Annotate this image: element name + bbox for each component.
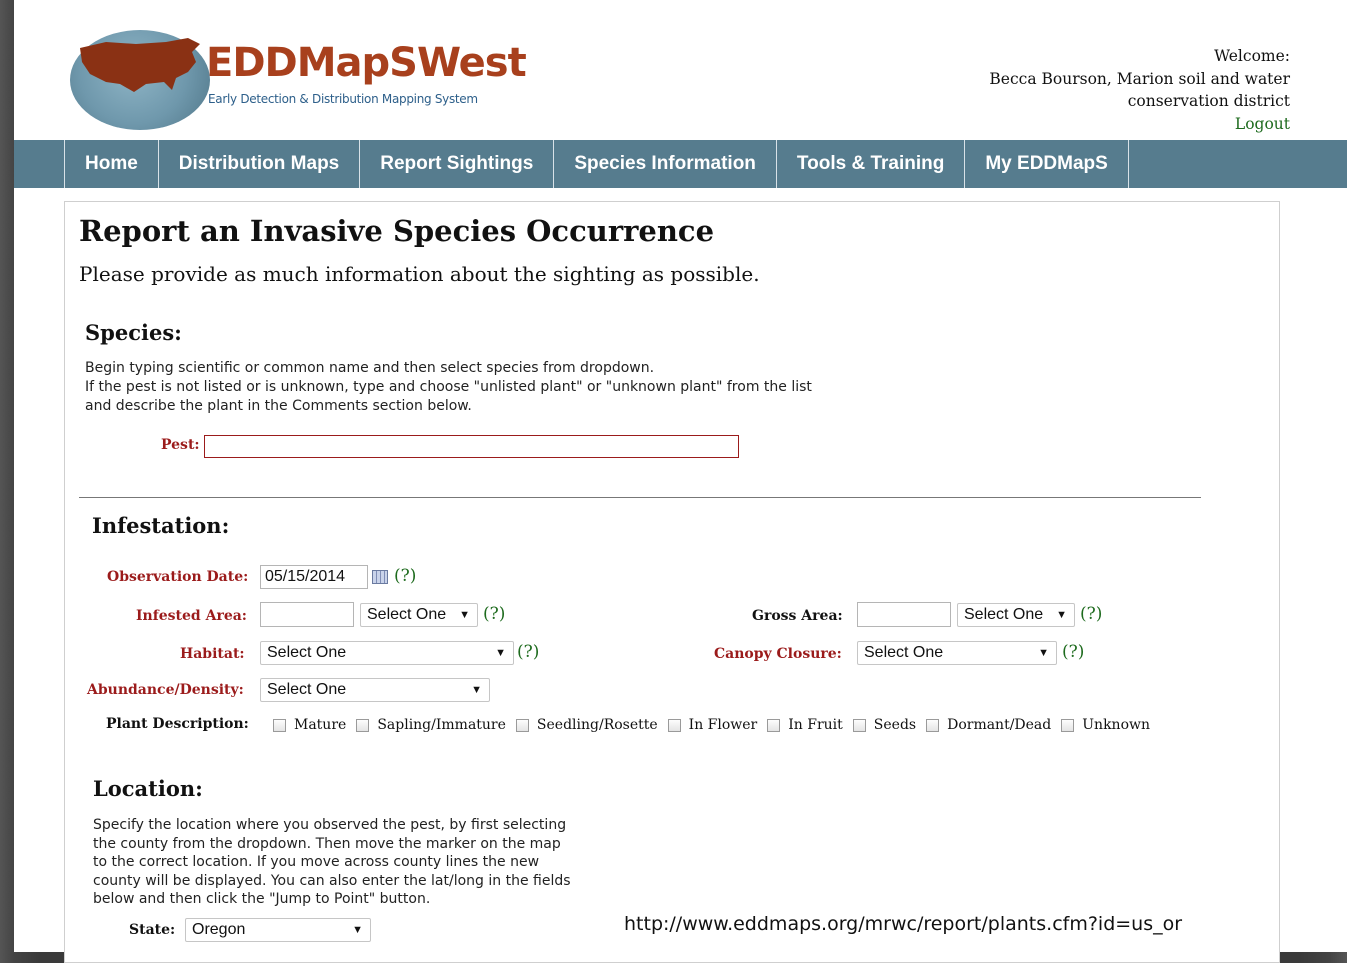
location-help: Specify the location where you observed … — [93, 816, 571, 909]
location-help-line: county will be displayed. You can also e… — [93, 872, 571, 889]
nav-report-sightings[interactable]: Report Sightings — [359, 140, 553, 188]
page-intro: Please provide as much information about… — [79, 262, 760, 286]
main-nav: Home Distribution Maps Report Sightings … — [14, 140, 1347, 188]
infested-area-input[interactable] — [260, 602, 354, 627]
habitat-select[interactable]: Select One ▼ — [260, 641, 514, 665]
report-form: Report an Invasive Species Occurrence Pl… — [64, 201, 1280, 963]
checkbox-dormant-dead[interactable] — [926, 718, 940, 732]
habitat-label: Habitat: — [180, 646, 245, 662]
checkbox-seedling-rosette[interactable] — [515, 718, 529, 732]
gross-area-help-link[interactable]: (?) — [1080, 604, 1102, 624]
checkbox-label: In Flower — [688, 717, 758, 733]
dropdown-arrow-icon: ▼ — [495, 647, 506, 659]
observation-date-help-link[interactable]: (?) — [394, 566, 416, 586]
section-divider — [79, 497, 1201, 498]
page-frame: EDDMapSWest Early Detection & Distributi… — [14, 0, 1347, 963]
location-help-line: the county from the dropdown. Then move … — [93, 835, 561, 852]
gross-area-label: Gross Area: — [752, 608, 843, 624]
species-help-line: and describe the plant in the Comments s… — [85, 398, 472, 414]
location-help-line: below and then click the "Jump to Point"… — [93, 891, 431, 907]
species-help-line: If the pest is not listed or is unknown,… — [85, 379, 812, 395]
dropdown-arrow-icon: ▼ — [459, 609, 470, 621]
abundance-density-label: Abundance/Density: — [87, 682, 244, 698]
source-url-caption: http://www.eddmaps.org/mrwc/report/plant… — [624, 913, 1183, 935]
nav-species-information[interactable]: Species Information — [553, 140, 776, 188]
page-title: Report an Invasive Species Occurrence — [79, 214, 715, 248]
gross-area-unit-select[interactable]: Select One ▼ — [957, 603, 1075, 627]
user-organization: conservation district — [1127, 92, 1290, 110]
infested-area-label: Infested Area: — [136, 608, 247, 624]
nav-tools-training[interactable]: Tools & Training — [775, 140, 964, 188]
observation-date-input[interactable]: 05/15/2014 — [260, 565, 368, 589]
state-label: State: — [129, 922, 176, 938]
location-heading: Location: — [93, 776, 203, 801]
canopy-closure-select[interactable]: Select One ▼ — [857, 641, 1057, 665]
nav-distribution-maps[interactable]: Distribution Maps — [157, 140, 359, 188]
checkbox-label: Unknown — [1082, 717, 1150, 733]
us-map-icon — [80, 38, 200, 92]
eddmaps-logo[interactable]: EDDMapSWest Early Detection & Distributi… — [70, 18, 530, 130]
species-help: Begin typing scientific or common name a… — [85, 359, 812, 416]
plant-description-label: Plant Description: — [106, 716, 249, 732]
nav-home[interactable]: Home — [64, 140, 158, 188]
observation-date-label: Observation Date: — [107, 569, 249, 585]
checkbox-unknown[interactable] — [1061, 718, 1075, 732]
welcome-label: Welcome: — [1214, 47, 1290, 65]
state-select[interactable]: Oregon ▼ — [185, 918, 371, 942]
nav-my-eddmaps[interactable]: My EDDMapS — [964, 140, 1129, 188]
species-heading: Species: — [85, 320, 182, 345]
select-value: Select One — [267, 644, 347, 661]
calendar-icon[interactable] — [372, 570, 388, 584]
checkbox-label: Seeds — [873, 717, 917, 733]
user-name: Becca Bourson, Marion soil and water — [989, 69, 1290, 88]
dropdown-arrow-icon: ▼ — [471, 684, 482, 696]
location-help-line: Specify the location where you observed … — [93, 817, 567, 833]
habitat-help-link[interactable]: (?) — [517, 642, 539, 662]
checkbox-sapling-immature[interactable] — [356, 718, 370, 732]
select-value: Select One — [367, 606, 447, 623]
dropdown-arrow-icon: ▼ — [352, 924, 363, 936]
plant-description-options: Mature Sapling/Immature Seedling/Rosette… — [265, 717, 1152, 733]
checkbox-mature[interactable] — [273, 718, 286, 732]
checkbox-label: Mature — [294, 717, 347, 733]
logo-subtitle: Early Detection & Distribution Mapping S… — [208, 92, 478, 106]
infested-area-help-link[interactable]: (?) — [483, 604, 505, 624]
canopy-closure-label: Canopy Closure: — [714, 646, 842, 662]
welcome-block: Welcome: Becca Bourson, Marion soil and … — [950, 45, 1290, 135]
select-value: Select One — [864, 644, 944, 661]
select-value: Select One — [964, 606, 1044, 623]
checkbox-label: In Fruit — [788, 717, 843, 733]
checkbox-seeds[interactable] — [852, 718, 866, 732]
logout-link[interactable]: Logout — [950, 113, 1290, 136]
pest-input[interactable] — [204, 435, 739, 458]
infestation-heading: Infestation: — [92, 513, 230, 538]
gross-area-input[interactable] — [857, 602, 951, 627]
canopy-closure-help-link[interactable]: (?) — [1062, 642, 1084, 662]
infested-area-unit-select[interactable]: Select One ▼ — [360, 603, 478, 627]
logo-title: EDDMapSWest — [206, 40, 527, 86]
species-help-line: Begin typing scientific or common name a… — [85, 360, 655, 376]
checkbox-label: Seedling/Rosette — [536, 717, 658, 733]
pest-label: Pest: — [161, 437, 200, 453]
checkbox-in-flower[interactable] — [667, 718, 681, 732]
location-help-line: to the correct location. If you move acr… — [93, 854, 540, 870]
checkbox-in-fruit[interactable] — [767, 718, 781, 732]
dropdown-arrow-icon: ▼ — [1056, 609, 1067, 621]
checkbox-label: Dormant/Dead — [947, 717, 1052, 733]
abundance-density-select[interactable]: Select One ▼ — [260, 678, 490, 702]
dropdown-arrow-icon: ▼ — [1038, 647, 1049, 659]
select-value: Select One — [267, 681, 347, 698]
checkbox-label: Sapling/Immature — [377, 717, 506, 733]
select-value: Oregon — [192, 921, 246, 938]
